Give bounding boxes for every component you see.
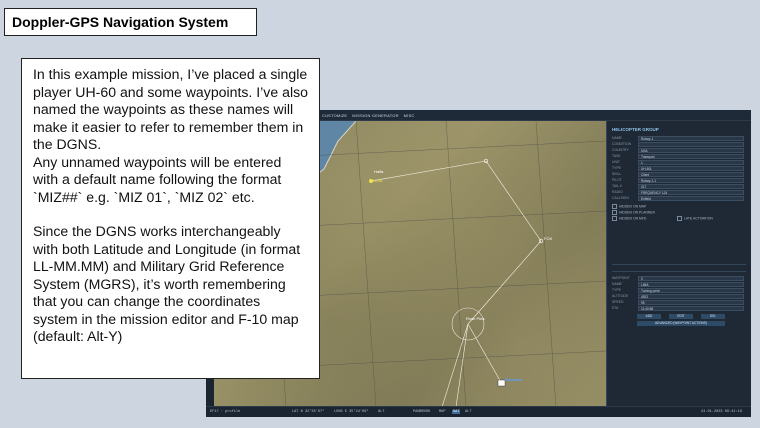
status-left: EF17 · profile [210, 410, 241, 414]
sat-mode-button[interactable]: SAT [452, 410, 461, 414]
country-field[interactable]: USA [638, 148, 744, 153]
hidden-on-map-checkbox[interactable]: HIDDEN ON MAP [612, 204, 646, 209]
tail-field[interactable]: 017 [638, 184, 744, 189]
field-row: ETA 11:40:58 [612, 306, 746, 311]
speed-field[interactable]: 95 [638, 300, 744, 305]
field-row: ALTITUDE 4922 [612, 294, 746, 299]
field-row: NAME LIMA [612, 282, 746, 287]
advanced-waypoint-actions-button[interactable]: ADVANCED (WAYPOINT ACTIONS) [637, 321, 725, 326]
hidden-on-mfd-checkbox[interactable]: HIDDEN ON MFD [612, 216, 646, 221]
paragraph-unnamed-waypoints: Any unnamed waypoints will be entered wi… [33, 153, 282, 205]
longitude-readout: LONG E 35°24'09" [334, 410, 369, 414]
field-row: TYPE UH-60L [612, 166, 746, 171]
map-label-waypoint: Nazareth [505, 377, 522, 382]
helicopter-group-panel: HELICOPTER GROUP NAME Rotary-1 CONDITION… [606, 121, 751, 407]
late-activation-checkbox[interactable]: LATE ACTIVATION [677, 216, 713, 221]
task-field[interactable]: Transport [638, 154, 744, 159]
waypoint-name-field[interactable]: LIMA [638, 282, 744, 287]
condition-field[interactable] [638, 142, 744, 147]
field-row: RADIO FREQUENCY 124 [612, 190, 746, 195]
paragraph-intro: In this example mission, I’ve placed a s… [33, 66, 308, 152]
panel-title: HELICOPTER GROUP [612, 127, 659, 132]
field-row: UNIT 1 [612, 160, 746, 165]
waypoint-field[interactable]: 0 [638, 276, 744, 281]
name-field[interactable]: Rotary-1 [638, 136, 744, 141]
mode-label: PANBRUSH [413, 410, 431, 414]
field-row: SKILL Client [612, 172, 746, 177]
map-label-city: Haifa [374, 169, 384, 174]
pilot-field[interactable]: Rotary-1-1 [638, 178, 744, 183]
field-row: COUNTRY USA [612, 148, 746, 153]
date-readout: 24.01.2023 09:41:18 [701, 410, 742, 414]
delete-waypoint-button[interactable]: DEL [701, 314, 725, 319]
field-row: NAME Rotary-1 [612, 136, 746, 141]
skill-field[interactable]: Client [638, 172, 744, 177]
unit-field[interactable]: 1 [638, 160, 744, 165]
type-field[interactable]: UH-60L [638, 166, 744, 171]
menu-mission-generator[interactable]: MISSION GENERATOR [352, 113, 398, 118]
menu-misc[interactable]: MISC [404, 113, 415, 118]
map-label-waypoint: FOX [544, 236, 553, 241]
hidden-on-planner-checkbox[interactable]: HIDDEN ON PLANNER [612, 210, 655, 215]
flight-route [370, 160, 542, 407]
field-row: PILOT Rotary-1-1 [612, 178, 746, 183]
status-bar: EF17 · profile LAT N 32°35'07" LONG E 35… [206, 406, 751, 417]
map-label-waypoint: LIMA [373, 178, 383, 183]
field-row: TYPE Turning point [612, 288, 746, 293]
latitude-readout: LAT N 32°35'07" [292, 410, 325, 414]
map-mode-button[interactable]: MAP [439, 410, 445, 414]
add-waypoint-button[interactable]: ADD [637, 314, 661, 319]
paragraph-coordinates: Since the DGNS works interchangeably wit… [33, 223, 301, 344]
edit-waypoint-button[interactable]: EDIT [669, 314, 693, 319]
waypoint-type-field[interactable]: Turning point [638, 288, 744, 293]
field-row: TASK Transport [612, 154, 746, 159]
slide-title: Doppler-GPS Navigation System [12, 14, 229, 30]
altitude-readout: ALT [378, 410, 385, 414]
explanation-text-box: In this example mission, I’ve placed a s… [21, 58, 320, 379]
map-label-waypoint: Rosh Pina [466, 316, 485, 321]
slide-title-box: Doppler-GPS Navigation System [4, 8, 257, 36]
field-row: CALLSIGN Enfield [612, 196, 746, 201]
eta-field[interactable]: 11:40:58 [638, 306, 744, 311]
route-tools-row [612, 264, 746, 272]
field-row: CONDITION [612, 142, 746, 147]
altitude-field[interactable]: 4922 [638, 294, 744, 299]
field-row: WAYPOINT 0 [612, 276, 746, 281]
alt-mode-button[interactable]: ALT [465, 410, 471, 414]
menu-customize[interactable]: CUSTOMIZE [322, 113, 347, 118]
field-row: TAIL # 017 [612, 184, 746, 189]
radio-field[interactable]: FREQUENCY 124 [638, 190, 744, 195]
callsign-field[interactable]: Enfield [638, 196, 744, 201]
helicopter-icon [497, 379, 506, 387]
field-row: SPEED 95 [612, 300, 746, 305]
